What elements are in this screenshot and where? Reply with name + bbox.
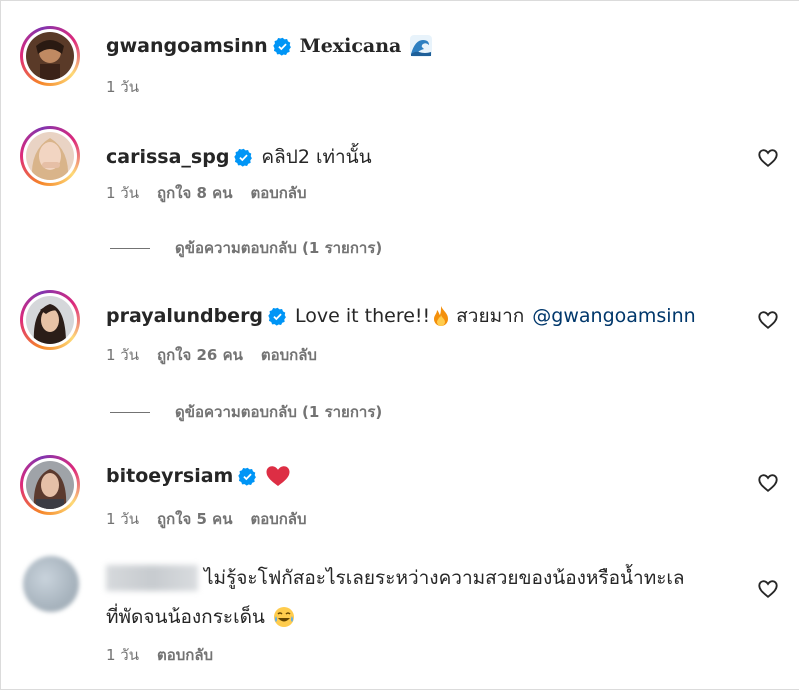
reply-button[interactable]: ตอบกลับ [250,181,306,205]
verified-badge-icon [268,307,287,326]
reply-button[interactable]: ตอบกลับ [261,343,317,367]
avatar-bitoeyrsiam[interactable] [20,455,80,515]
verified-badge-icon [272,37,292,56]
red-heart-emoji [265,464,291,488]
replies-divider-line [110,247,150,249]
username[interactable]: carissa_spg [106,146,229,168]
likes-count[interactable]: ถูกใจ 26 คน [157,343,243,367]
blurred-avatar[interactable] [23,556,79,612]
comment-time: 1 วัน [106,510,139,528]
comment-text: Mexicana [299,35,402,57]
mention-link[interactable]: @gwangoamsinn [532,305,695,327]
comment-time: 1 วัน [106,646,139,664]
comment-text: ไม่รู้จะโฟกัสอะไรเลยระหว่างความสวยของน้อ… [204,567,685,589]
comment-time: 1 วัน [106,78,139,96]
verified-badge-icon [238,467,257,486]
comment-time: 1 วัน [106,346,139,364]
likes-count[interactable]: ถูกใจ 8 คน [157,181,232,205]
replies-divider-line [110,411,150,413]
comment-time: 1 วัน [106,184,139,202]
like-heart-icon[interactable] [757,309,779,331]
laughing-tears-emoji [273,606,295,628]
reply-button[interactable]: ตอบกลับ [250,507,306,531]
view-replies-button[interactable]: ดูข้อความตอบกลับ (1 รายการ) [110,236,382,260]
view-replies-button[interactable]: ดูข้อความตอบกลับ (1 รายการ) [110,400,382,424]
like-heart-icon[interactable] [757,147,779,169]
avatar-carissa_spg[interactable] [20,126,80,186]
view-replies-label: ดูข้อความตอบกลับ (1 รายการ) [175,403,383,421]
comment-text-thai: สวยมาก [456,305,525,327]
like-heart-icon[interactable] [757,472,779,494]
comment-text: คลิป2 เท่านั้น [261,146,372,168]
avatar-gwangoamsinn[interactable] [20,26,80,86]
likes-count[interactable]: ถูกใจ 5 คน [157,507,232,531]
blurred-username [106,565,198,591]
comment-text-continued: ที่พัดจนน้องกระเด็น [106,606,265,628]
view-replies-label: ดูข้อความตอบกลับ (1 รายการ) [175,239,383,257]
verified-badge-icon [234,148,253,167]
username[interactable]: gwangoamsinn [106,35,268,57]
fire-emoji [432,305,450,327]
username[interactable]: prayalundberg [106,305,263,327]
reply-button[interactable]: ตอบกลับ [157,643,213,667]
avatar-prayalundberg[interactable] [20,290,80,350]
like-heart-icon[interactable] [757,578,779,600]
comment-text: Love it there!! [295,305,431,327]
water-wave-emoji [409,34,433,58]
username[interactable]: bitoeyrsiam [106,465,233,487]
